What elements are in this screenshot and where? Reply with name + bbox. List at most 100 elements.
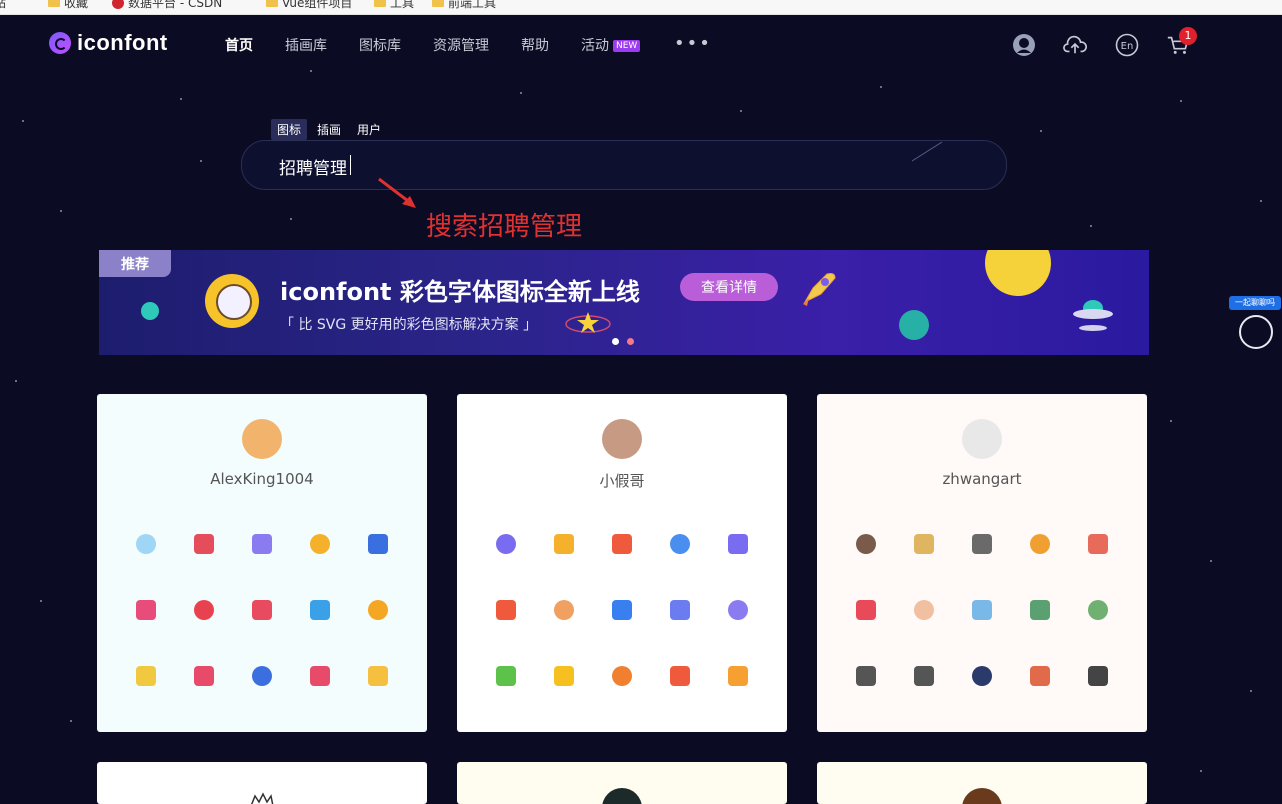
preview-icon[interactable] <box>608 530 636 558</box>
colored-icon <box>252 666 272 686</box>
bookmark-item[interactable]: 收藏 <box>48 0 88 11</box>
language-switch-icon[interactable]: En <box>1115 33 1139 57</box>
banner-details-button[interactable]: 查看详情 <box>680 273 778 301</box>
colored-icon <box>136 534 156 554</box>
avatar <box>250 792 274 804</box>
preview-icon[interactable] <box>1084 596 1112 624</box>
preview-icon[interactable] <box>190 662 218 690</box>
preview-icon[interactable] <box>364 596 392 624</box>
colored-icon <box>368 666 388 686</box>
nav-item-illustrations[interactable]: 插画库 <box>285 35 327 55</box>
preview-icon[interactable] <box>608 596 636 624</box>
designer-card[interactable]: 小假哥 <box>457 394 787 732</box>
preview-icon[interactable] <box>248 530 276 558</box>
preview-icon[interactable] <box>306 596 334 624</box>
search-tab-illustrations[interactable]: 插画 <box>311 119 347 140</box>
icon-preview-grid <box>132 530 392 690</box>
rocket-icon <box>803 273 836 306</box>
colored-icon <box>252 534 272 554</box>
bookmark-item[interactable]: 前端工具 <box>432 0 496 11</box>
colored-icon <box>972 600 992 620</box>
carousel-dot[interactable] <box>612 338 619 345</box>
bookmark-item[interactable]: 工具 <box>374 0 414 11</box>
preview-icon[interactable] <box>550 596 578 624</box>
designer-avatar[interactable] <box>962 419 1002 459</box>
preview-icon[interactable] <box>852 596 880 624</box>
colored-icon <box>1030 534 1050 554</box>
preview-icon[interactable] <box>1084 530 1112 558</box>
preview-icon[interactable] <box>132 530 160 558</box>
preview-icon[interactable] <box>306 530 334 558</box>
promo-banner[interactable]: 推荐 iconfont 彩色字体图标全新上线 「 比 SVG 更好用的彩色图标解… <box>99 250 1149 355</box>
nav-item-activities[interactable]: 活动 NEW <box>581 35 641 55</box>
designer-card-partial[interactable] <box>457 762 787 804</box>
preview-icon[interactable] <box>608 662 636 690</box>
preview-icon[interactable] <box>492 596 520 624</box>
user-avatar-icon[interactable] <box>1012 33 1036 57</box>
preview-icon[interactable] <box>666 662 694 690</box>
designer-card-partial[interactable] <box>817 762 1147 804</box>
preview-icon[interactable] <box>492 662 520 690</box>
bookmark-label: 收藏 <box>64 0 89 10</box>
annotation-arrow-icon <box>378 177 416 208</box>
nav-item-home[interactable]: 首页 <box>225 35 253 55</box>
nav-item-help[interactable]: 帮助 <box>521 35 549 55</box>
search-tab-icons[interactable]: 图标 <box>271 119 308 140</box>
preview-icon[interactable] <box>550 662 578 690</box>
designer-name[interactable]: 小假哥 <box>457 470 787 491</box>
designer-name[interactable]: AlexKing1004 <box>97 470 427 488</box>
preview-icon[interactable] <box>666 596 694 624</box>
designer-card[interactable]: zhwangart <box>817 394 1147 732</box>
preview-icon[interactable] <box>666 530 694 558</box>
colored-icon <box>554 666 574 686</box>
bookmark-item[interactable]: 网站 <box>0 0 6 11</box>
nav-item-resources[interactable]: 资源管理 <box>433 35 489 55</box>
colored-icon <box>194 666 214 686</box>
upload-icon[interactable] <box>1063 33 1087 57</box>
avatar <box>602 788 642 804</box>
preview-icon[interactable] <box>1026 662 1054 690</box>
designer-name[interactable]: zhwangart <box>817 470 1147 488</box>
preview-icon[interactable] <box>132 596 160 624</box>
preview-icon[interactable] <box>968 662 996 690</box>
text-cursor <box>350 155 351 175</box>
banner-tag: 推荐 <box>99 250 171 277</box>
preview-icon[interactable] <box>248 662 276 690</box>
designer-card[interactable]: AlexKing1004 <box>97 394 427 732</box>
bookmark-item[interactable]: 数据平台 - CSDN <box>112 0 222 11</box>
preview-icon[interactable] <box>852 530 880 558</box>
preview-icon[interactable] <box>306 662 334 690</box>
preview-icon[interactable] <box>1084 662 1112 690</box>
colored-icon <box>496 534 516 554</box>
preview-icon[interactable] <box>550 530 578 558</box>
preview-icon[interactable] <box>910 662 938 690</box>
preview-icon[interactable] <box>492 530 520 558</box>
preview-icon[interactable] <box>364 530 392 558</box>
designer-card-partial[interactable] <box>97 762 427 804</box>
designer-avatar[interactable] <box>602 419 642 459</box>
carousel-dot-active[interactable] <box>627 338 634 345</box>
preview-icon[interactable] <box>364 662 392 690</box>
chat-widget[interactable]: 一起聊聊吗 <box>1229 296 1281 356</box>
nav-item-icons[interactable]: 图标库 <box>359 35 401 55</box>
preview-icon[interactable] <box>724 662 752 690</box>
preview-icon[interactable] <box>248 596 276 624</box>
preview-icon[interactable] <box>132 662 160 690</box>
preview-icon[interactable] <box>724 596 752 624</box>
more-menu-icon[interactable]: ••• <box>674 33 712 54</box>
preview-icon[interactable] <box>910 596 938 624</box>
designer-avatar[interactable] <box>242 419 282 459</box>
logo[interactable]: iconfont <box>49 30 168 56</box>
search-tab-users[interactable]: 用户 <box>351 119 387 140</box>
preview-icon[interactable] <box>190 596 218 624</box>
preview-icon[interactable] <box>968 596 996 624</box>
preview-icon[interactable] <box>190 530 218 558</box>
bookmark-item[interactable]: Vue组件项目 <box>266 0 352 11</box>
search-input[interactable] <box>277 153 881 179</box>
preview-icon[interactable] <box>852 662 880 690</box>
preview-icon[interactable] <box>968 530 996 558</box>
preview-icon[interactable] <box>1026 596 1054 624</box>
preview-icon[interactable] <box>910 530 938 558</box>
preview-icon[interactable] <box>724 530 752 558</box>
preview-icon[interactable] <box>1026 530 1054 558</box>
